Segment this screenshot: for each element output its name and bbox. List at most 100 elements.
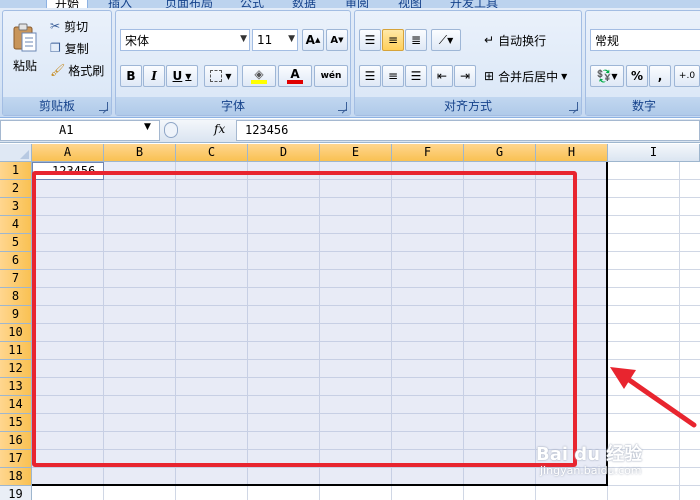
percent-label: % bbox=[630, 69, 644, 83]
row-header[interactable]: 16 bbox=[0, 432, 32, 450]
column-header[interactable]: D bbox=[248, 144, 320, 162]
font-launcher-icon[interactable] bbox=[338, 102, 347, 111]
align-left-button[interactable]: ☰ bbox=[359, 65, 381, 87]
row-header[interactable]: 17 bbox=[0, 450, 32, 468]
row-header[interactable]: 18 bbox=[0, 468, 32, 486]
chevron-down-icon: ▼ bbox=[185, 71, 192, 81]
row-header[interactable]: 2 bbox=[0, 180, 32, 198]
row-header[interactable]: 5 bbox=[0, 234, 32, 252]
tab-insert[interactable]: 插入 bbox=[108, 0, 132, 8]
row-header[interactable]: 12 bbox=[0, 360, 32, 378]
red-highlight-box bbox=[32, 171, 577, 467]
row-header[interactable]: 9 bbox=[0, 306, 32, 324]
row-header[interactable]: 4 bbox=[0, 216, 32, 234]
format-painter-button[interactable]: 🖌 格式刷 bbox=[49, 61, 111, 79]
paste-button[interactable]: 粘贴 bbox=[7, 15, 43, 81]
column-header[interactable]: A bbox=[32, 144, 104, 162]
row-header[interactable]: 7 bbox=[0, 270, 32, 288]
tab-page-layout[interactable]: 页面布局 bbox=[165, 0, 213, 8]
row-header[interactable]: 11 bbox=[0, 342, 32, 360]
select-all-corner[interactable] bbox=[0, 144, 32, 162]
row-header[interactable]: 19 bbox=[0, 486, 32, 500]
phonetic-button[interactable]: wén bbox=[314, 65, 348, 87]
number-group-label: 数字 bbox=[586, 97, 700, 115]
row-header[interactable]: 10 bbox=[0, 324, 32, 342]
align-center-icon: ≡ bbox=[387, 69, 399, 83]
underline-button[interactable]: U ▼ bbox=[166, 65, 198, 87]
row-header[interactable]: 8 bbox=[0, 288, 32, 306]
column-header[interactable]: B bbox=[104, 144, 176, 162]
clipboard-launcher-icon[interactable] bbox=[99, 102, 108, 111]
merge-center-button[interactable]: ⊞ 合并后居中 ▼ bbox=[483, 65, 579, 87]
chevron-down-icon: ▼ bbox=[561, 71, 568, 81]
format-painter-label: 格式刷 bbox=[68, 63, 105, 78]
chevron-down-icon[interactable]: ▼ bbox=[144, 122, 151, 132]
formula-input[interactable]: 123456 bbox=[236, 120, 700, 141]
merge-icon: ⊞ bbox=[484, 69, 495, 83]
fill-color-button[interactable]: ◈ bbox=[242, 65, 276, 87]
paintbrush-icon: 🖌 bbox=[50, 63, 66, 77]
wrap-text-icon: ↵ bbox=[484, 33, 495, 47]
column-header[interactable]: G bbox=[464, 144, 536, 162]
watermark: Bai du 经验 bbox=[536, 444, 643, 465]
scissors-icon: ✂ bbox=[50, 19, 61, 33]
font-size-select[interactable]: 11 ▼ bbox=[252, 29, 298, 51]
align-top-button[interactable]: ☰ bbox=[359, 29, 381, 51]
column-header[interactable]: H bbox=[536, 144, 608, 162]
font-name-value: 宋体 bbox=[125, 33, 150, 48]
column-header[interactable]: E bbox=[320, 144, 392, 162]
ribbon: 粘贴 ✂ 剪切 ❐ 复制 🖌 格式刷 剪贴板 宋体 ▼ 11 ▼ A▲ A▼ bbox=[0, 8, 700, 118]
tab-data[interactable]: 数据 bbox=[292, 0, 316, 8]
font-name-select[interactable]: 宋体 ▼ bbox=[120, 29, 250, 51]
orientation-button[interactable]: ⟋ ▼ bbox=[431, 29, 461, 51]
row-header[interactable]: 13 bbox=[0, 378, 32, 396]
align-right-button[interactable]: ☰ bbox=[405, 65, 427, 87]
decrease-indent-button[interactable]: ⇤ bbox=[431, 65, 453, 87]
align-middle-button[interactable]: ≡ bbox=[382, 29, 404, 51]
column-header[interactable]: F bbox=[392, 144, 464, 162]
fx-label: fx bbox=[214, 122, 226, 136]
comma-label: , bbox=[657, 69, 663, 83]
align-middle-icon: ≡ bbox=[387, 33, 399, 47]
grow-font-button[interactable]: A ▲ bbox=[302, 29, 324, 51]
cut-button[interactable]: ✂ 剪切 bbox=[49, 17, 107, 35]
number-format-select[interactable]: 常规 bbox=[590, 29, 700, 51]
align-top-icon: ☰ bbox=[364, 33, 376, 47]
row-header[interactable]: 6 bbox=[0, 252, 32, 270]
comma-button[interactable]: , bbox=[649, 65, 671, 87]
increase-decimal-button[interactable]: +.0 bbox=[674, 65, 700, 87]
underline-label: U bbox=[172, 69, 183, 83]
italic-button[interactable]: I bbox=[143, 65, 165, 87]
bold-label: B bbox=[126, 69, 136, 83]
tab-view[interactable]: 视图 bbox=[398, 0, 422, 8]
row-header[interactable]: 3 bbox=[0, 198, 32, 216]
number-format-value: 常规 bbox=[595, 33, 620, 48]
align-bottom-button[interactable]: ≣ bbox=[405, 29, 427, 51]
bold-button[interactable]: B bbox=[120, 65, 142, 87]
tab-review[interactable]: 审阅 bbox=[345, 0, 369, 8]
expand-handle-icon[interactable] bbox=[164, 122, 178, 138]
shrink-font-button[interactable]: A ▼ bbox=[326, 29, 348, 51]
increase-indent-button[interactable]: ⇥ bbox=[454, 65, 476, 87]
insert-function-button[interactable]: fx bbox=[214, 122, 225, 136]
row-header[interactable]: 1 bbox=[0, 162, 32, 180]
row-header[interactable]: 15 bbox=[0, 414, 32, 432]
tab-home[interactable]: 开始 bbox=[46, 0, 89, 8]
borders-button[interactable]: ▼ bbox=[204, 65, 238, 87]
align-center-button[interactable]: ≡ bbox=[382, 65, 404, 87]
wrap-text-button[interactable]: ↵ 自动换行 bbox=[483, 29, 579, 51]
row-header[interactable]: 14 bbox=[0, 396, 32, 414]
accounting-button[interactable]: 💱 ▼ bbox=[590, 65, 624, 87]
alignment-launcher-icon[interactable] bbox=[569, 102, 578, 111]
watermark-sub: jingyan.baidu.com bbox=[540, 464, 642, 477]
tab-formulas[interactable]: 公式 bbox=[240, 0, 264, 8]
column-header[interactable]: C bbox=[176, 144, 248, 162]
column-header[interactable]: I bbox=[608, 144, 700, 162]
alignment-group: ☰ ≡ ≣ ⟋ ▼ ↵ 自动换行 ☰ ≡ ☰ ⇤ ⇥ ⊞ 合并后居中 ▼ 对齐方… bbox=[354, 10, 582, 116]
phonetic-icon: wén bbox=[320, 71, 342, 81]
name-box[interactable]: A1 bbox=[0, 120, 160, 141]
font-color-button[interactable]: A bbox=[278, 65, 312, 87]
tab-developer[interactable]: 开发工具 bbox=[450, 0, 498, 8]
percent-button[interactable]: % bbox=[626, 65, 648, 87]
copy-button[interactable]: ❐ 复制 bbox=[49, 39, 107, 57]
